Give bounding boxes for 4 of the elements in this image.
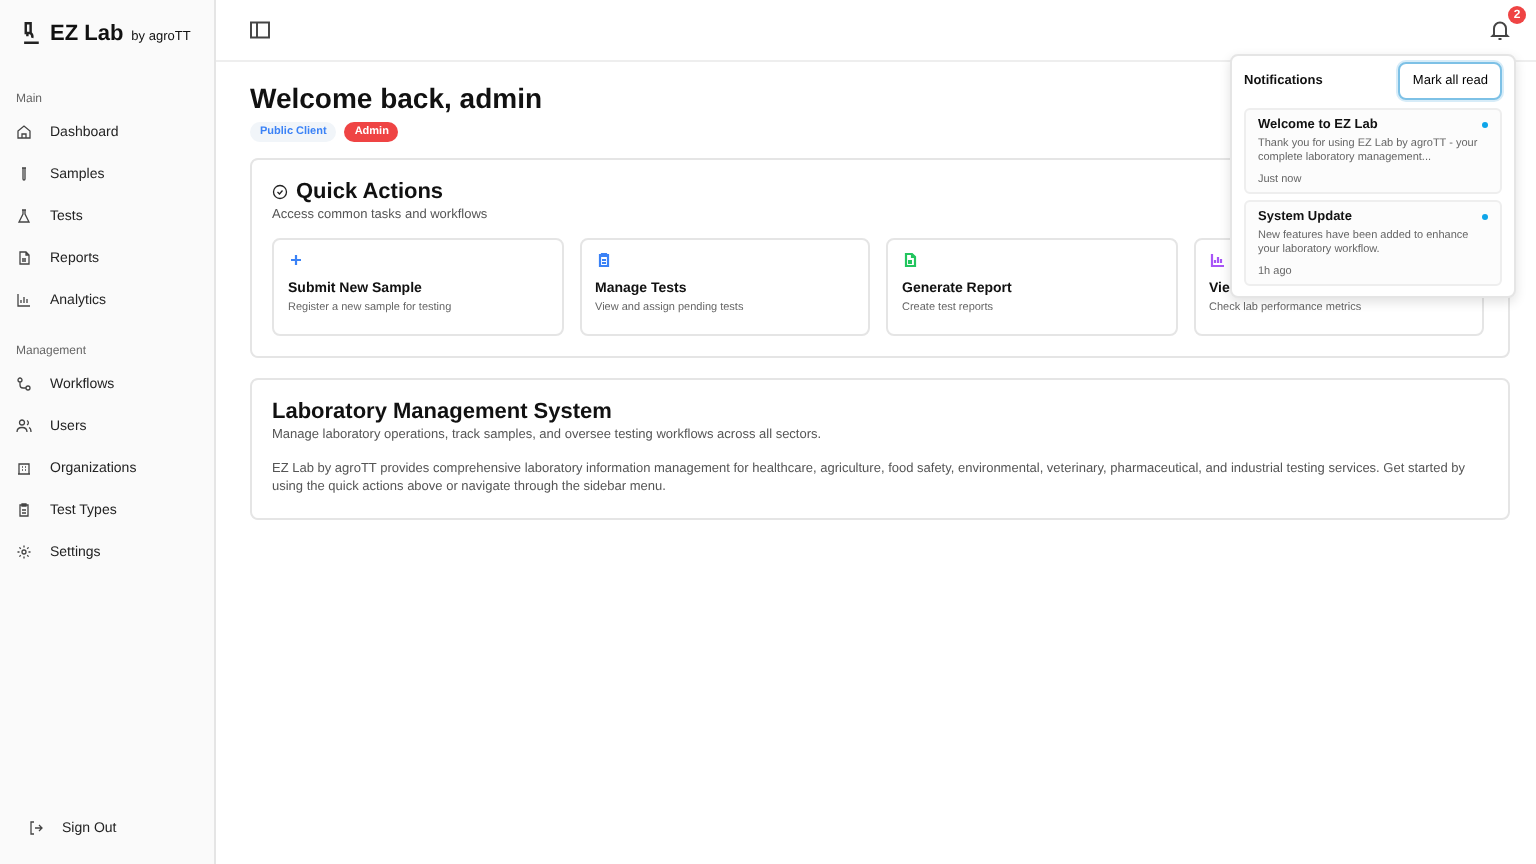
app-name: EZ Lab: [50, 21, 124, 45]
card-title: Quick Actions: [296, 180, 444, 204]
card-title: Laboratory Management System: [272, 400, 614, 424]
page-heading: Welcome back, admin: [250, 82, 543, 114]
